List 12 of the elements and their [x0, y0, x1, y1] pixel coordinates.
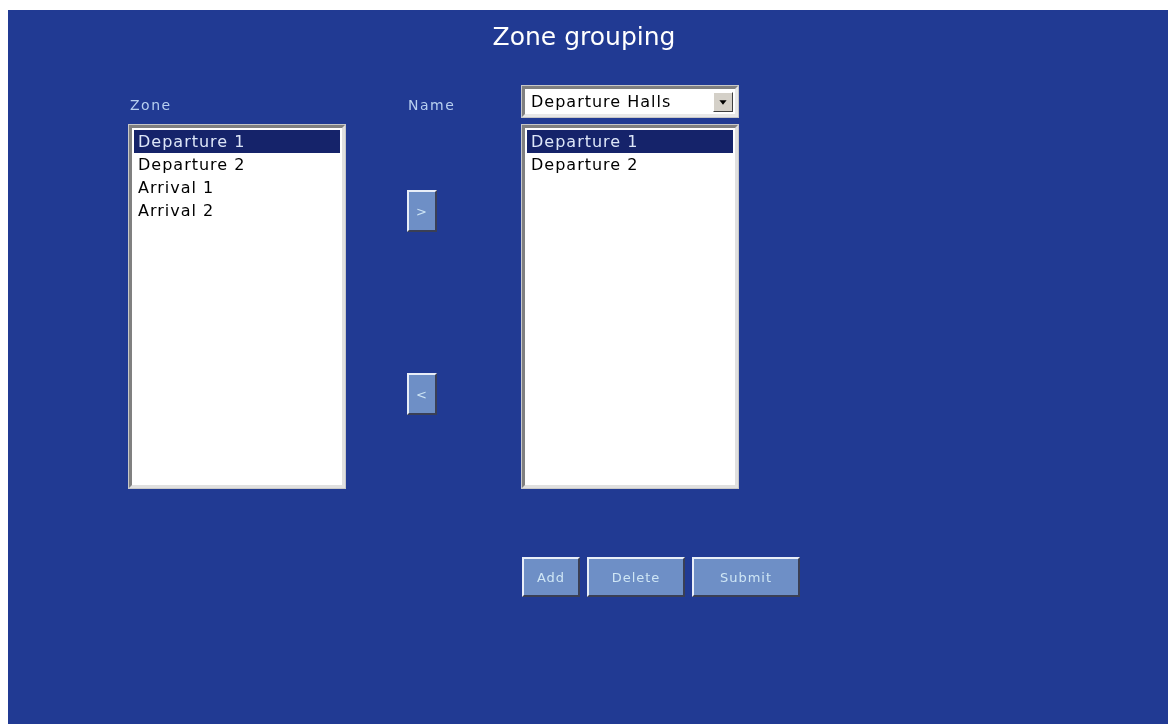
- list-item[interactable]: Departure 1: [134, 130, 340, 153]
- zone-label: Zone: [129, 97, 173, 115]
- page-title: Zone grouping: [492, 22, 676, 52]
- list-box[interactable]: Departure 1 Departure 2: [522, 125, 738, 488]
- list-item[interactable]: Arrival 1: [134, 176, 340, 199]
- list-box[interactable]: Departure 1 Departure 2 Arrival 1 Arrival 2: [129, 125, 345, 488]
- name-label: Name: [407, 97, 457, 115]
- list-item[interactable]: Arrival 2: [134, 199, 340, 222]
- list-item[interactable]: Departure 1: [527, 130, 733, 153]
- list-item[interactable]: Departure 2: [527, 153, 733, 176]
- list-item[interactable]: Departure 2: [134, 153, 340, 176]
- name-dropdown[interactable]: Departure Halls: [522, 86, 738, 117]
